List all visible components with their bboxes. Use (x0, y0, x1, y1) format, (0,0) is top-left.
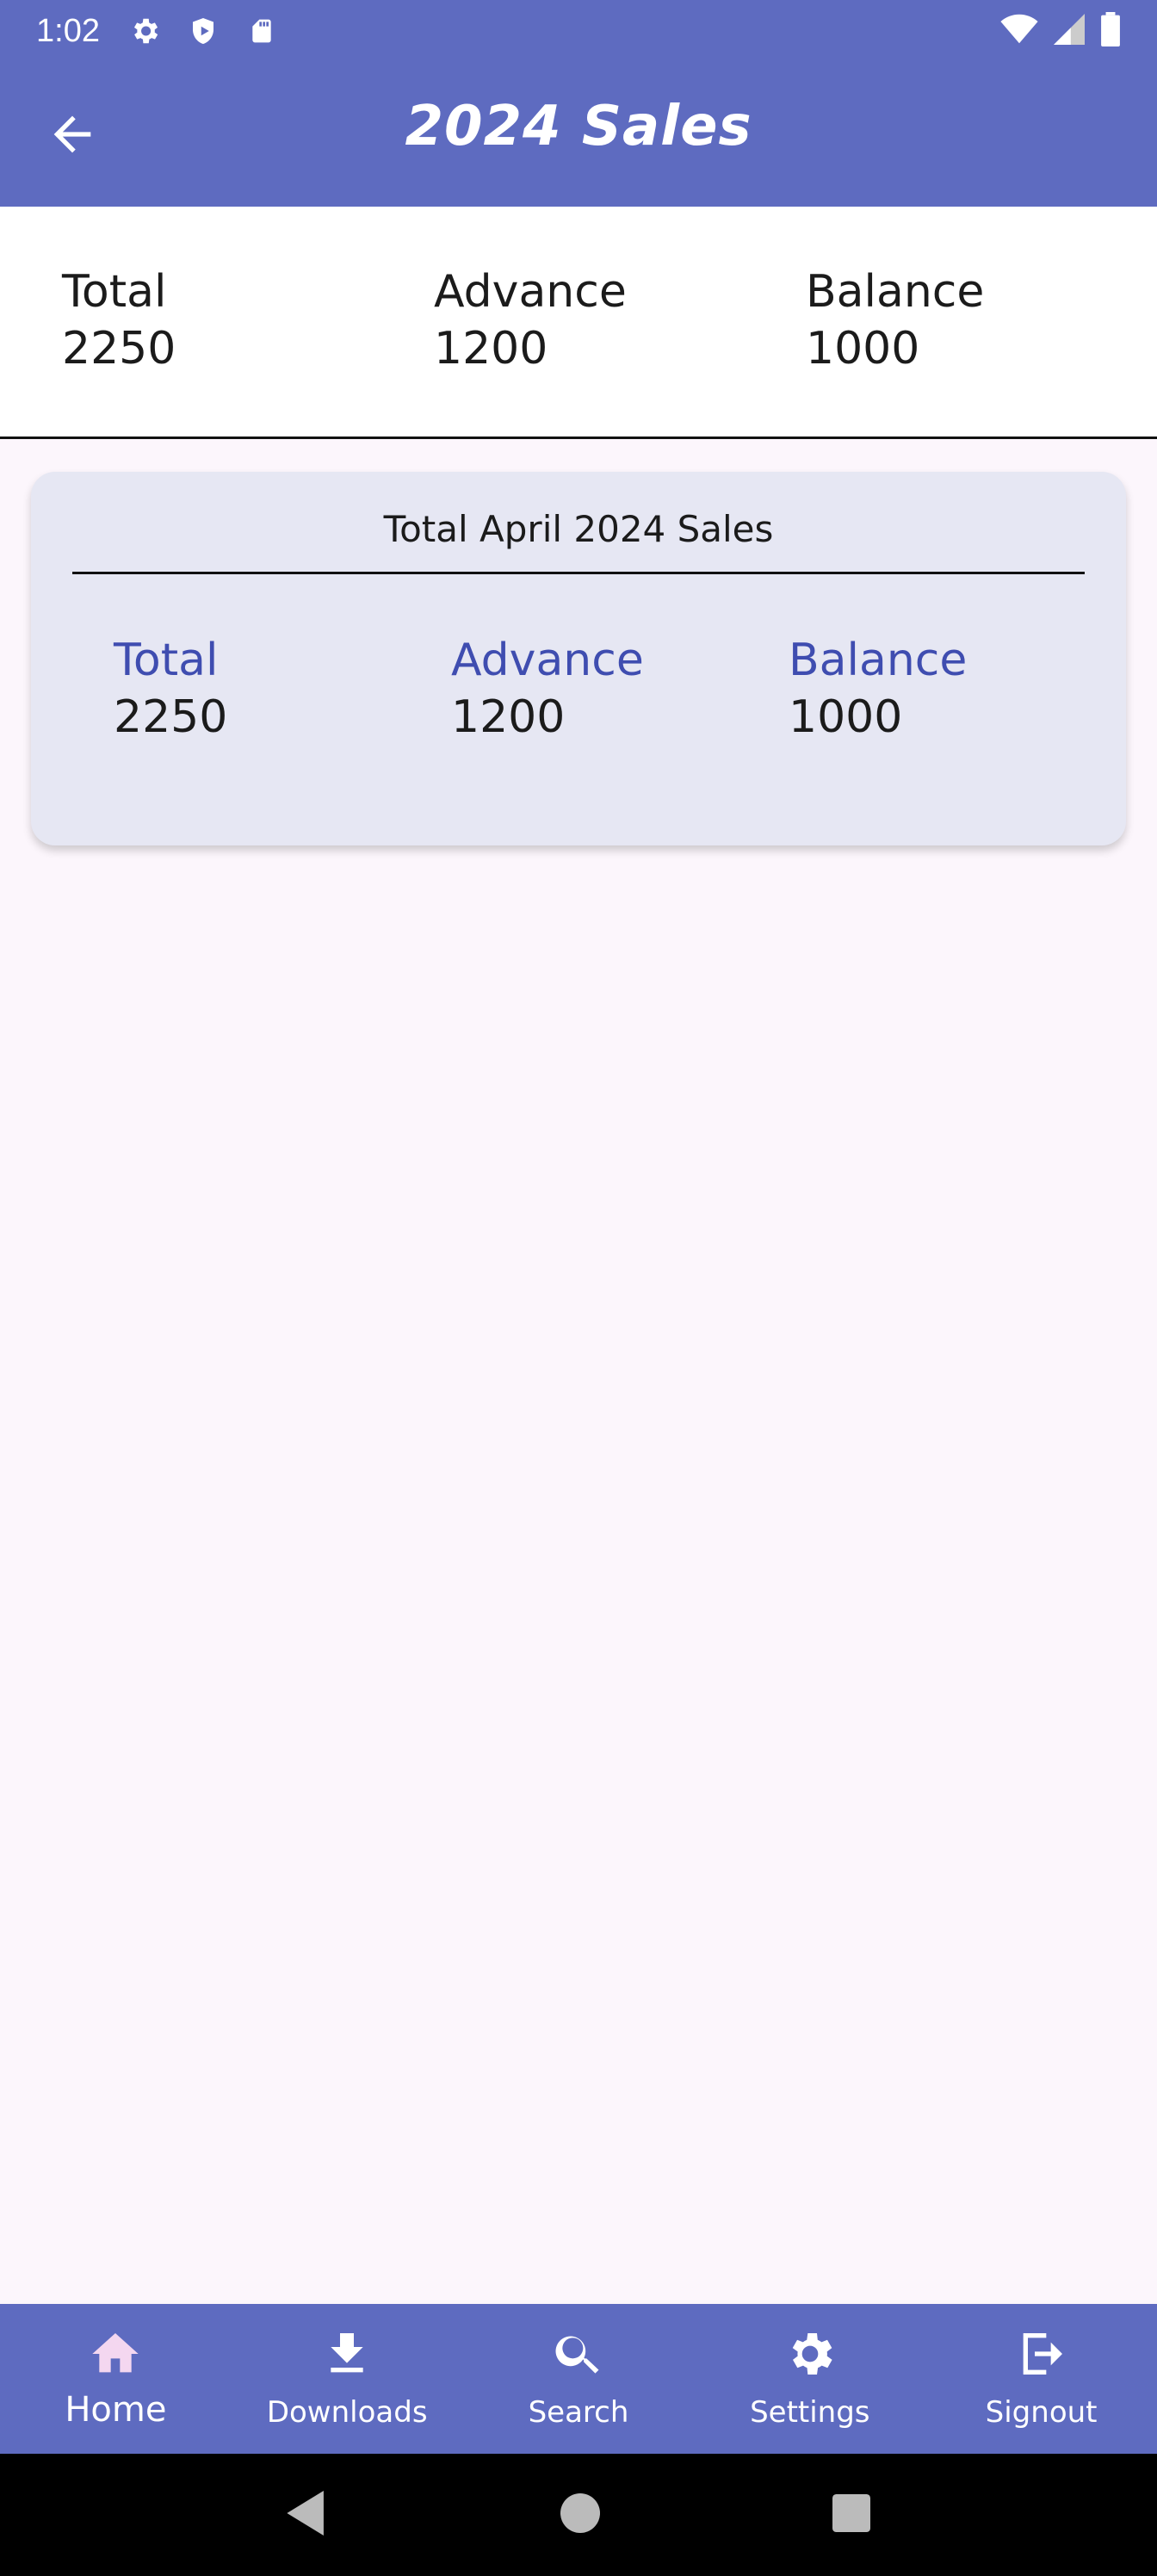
nav-settings-label: Settings (750, 2395, 870, 2430)
summary-total-value: 2250 (62, 323, 176, 375)
battery-icon (1100, 11, 1121, 51)
status-bar: 1:02 (0, 0, 1157, 62)
search-icon (548, 2323, 609, 2385)
recents-square-icon[interactable] (832, 2493, 870, 2536)
summary-advance: Advance 1200 (434, 263, 627, 377)
bottom-nav: Home Downloads Search Settings Signout (0, 2304, 1157, 2454)
nav-signout-label: Signout (985, 2395, 1098, 2430)
month-sales-card[interactable]: Total April 2024 Sales Total 2250 Advanc… (31, 472, 1126, 845)
home-icon (84, 2323, 146, 2385)
system-nav-bar (0, 2454, 1157, 2576)
sd-card-icon (244, 14, 279, 48)
status-time: 1:02 (36, 12, 100, 49)
summary-total: Total 2250 (62, 263, 176, 377)
nav-signout[interactable]: Signout (925, 2304, 1157, 2454)
nav-search-label: Search (528, 2395, 629, 2430)
card-balance-label: Balance (789, 635, 968, 686)
card-title: Total April 2024 Sales (383, 508, 774, 550)
nav-downloads[interactable]: Downloads (232, 2304, 463, 2454)
card-divider (72, 572, 1085, 574)
card-total-label: Total (114, 635, 219, 686)
card-advance-label: Advance (451, 635, 644, 686)
nav-home[interactable]: Home (0, 2304, 232, 2454)
summary-advance-value: 1200 (434, 323, 548, 375)
app-bar: 2024 Sales (0, 62, 1157, 207)
summary-advance-label: Advance (434, 266, 627, 318)
card-total-value: 2250 (114, 691, 228, 743)
summary-balance: Balance 1000 (806, 263, 984, 377)
nav-search[interactable]: Search (463, 2304, 695, 2454)
summary-total-label: Total (62, 266, 167, 318)
card-advance-value: 1200 (451, 691, 566, 743)
summary-balance-label: Balance (806, 266, 985, 318)
nav-downloads-label: Downloads (266, 2395, 428, 2430)
summary-section: Total 2250 Advance 1200 Balance 1000 (0, 207, 1157, 439)
gear-icon (779, 2323, 841, 2385)
card-balance: Balance 1000 (789, 632, 967, 746)
download-icon (316, 2323, 378, 2385)
gear-icon (127, 14, 162, 48)
logout-icon (1011, 2323, 1073, 2385)
card-advance: Advance 1200 (451, 632, 644, 746)
card-balance-value: 1000 (789, 691, 903, 743)
back-triangle-icon[interactable] (287, 2490, 328, 2540)
nav-settings[interactable]: Settings (694, 2304, 925, 2454)
wifi-icon (1000, 14, 1038, 49)
summary-balance-value: 1000 (806, 323, 920, 375)
status-right (1000, 11, 1121, 51)
nav-home-label: Home (65, 2390, 167, 2430)
page-title: 2024 Sales (405, 95, 752, 158)
signal-icon (1054, 13, 1085, 49)
home-circle-icon[interactable] (560, 2492, 600, 2537)
card-total: Total 2250 (114, 632, 227, 746)
shield-icon (186, 14, 220, 48)
